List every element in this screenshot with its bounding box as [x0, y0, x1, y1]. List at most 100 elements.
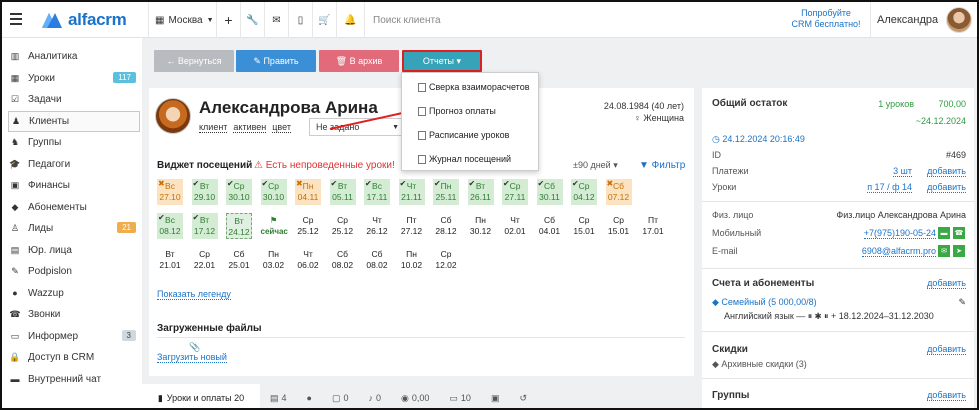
lesson-cell[interactable]: ✔ Вт 05.11: [329, 179, 356, 205]
back-button[interactable]: ← Вернуться: [154, 50, 234, 72]
lesson-cell[interactable]: Ср 15.01: [605, 213, 632, 239]
tab-money[interactable]: ◉ 0,00: [391, 384, 439, 408]
lesson-cell[interactable]: ✔ Вт 17.12: [191, 213, 218, 239]
upload-link[interactable]: Загрузить новый: [157, 352, 227, 363]
sidebar-item[interactable]: ▦ Уроки 117: [8, 68, 140, 89]
widget-warning[interactable]: ⚠ Есть непроведенные уроки!: [254, 160, 395, 171]
lesson-cell[interactable]: ✔ Вт 29.10: [191, 179, 218, 205]
filter-button[interactable]: ▼ Фильтр: [639, 160, 685, 171]
tab-history[interactable]: ↺: [509, 384, 537, 408]
pencil-icon[interactable]: ✎: [958, 297, 966, 308]
archive-button[interactable]: 🗑 В архив: [319, 50, 399, 72]
tag-active[interactable]: активен: [233, 122, 267, 133]
lesson-cell[interactable]: ✔ Вс 17.11: [364, 179, 390, 205]
tag-client[interactable]: клиент: [199, 122, 228, 133]
accounts-add[interactable]: добавить: [927, 278, 966, 289]
lesson-cell[interactable]: Сб 04.01: [536, 213, 563, 239]
lessons-add[interactable]: добавить: [927, 182, 966, 193]
phone-icon[interactable]: ☎: [953, 227, 965, 239]
lesson-cell[interactable]: Пт 27.12: [398, 213, 425, 239]
mail-icon[interactable]: ✉: [264, 2, 288, 38]
add-icon[interactable]: +: [216, 2, 240, 38]
mobile-icon[interactable]: ▯: [288, 2, 312, 38]
lesson-cell[interactable]: ✔ Ср 30.10: [226, 179, 252, 205]
lesson-cell[interactable]: Ср 22.01: [191, 247, 218, 273]
tab-chat[interactable]: ●: [297, 384, 322, 408]
lesson-cell[interactable]: Ср 25.12: [329, 213, 356, 239]
lesson-cell[interactable]: ✔ Ср 27.11: [502, 179, 528, 205]
mail-icon[interactable]: ✉: [938, 245, 950, 257]
lesson-cell[interactable]: Чт 26.12: [364, 213, 390, 239]
discounts-add[interactable]: добавить: [927, 344, 966, 355]
lesson-cell[interactable]: Сб 28.12: [433, 213, 459, 239]
lesson-cell[interactable]: ✔ Чт 21.11: [398, 179, 425, 205]
reports-menu-item[interactable]: Прогноз оплаты: [402, 99, 538, 123]
lesson-cell[interactable]: Чт 02.01: [502, 213, 528, 239]
reports-menu-item[interactable]: Расписание уроков: [402, 123, 538, 147]
send-icon[interactable]: ➤: [953, 245, 965, 257]
chat-icon[interactable]: ▬: [938, 227, 950, 239]
archive-discounts[interactable]: ◆ Архивные скидки (3): [712, 359, 807, 370]
city-selector[interactable]: ▦ Москва ▼: [148, 2, 216, 38]
reports-menu-item[interactable]: Журнал посещений: [402, 147, 538, 171]
lesson-cell[interactable]: Пн 03.02: [260, 247, 287, 273]
cart-icon[interactable]: 🛒: [312, 2, 336, 38]
lesson-cell[interactable]: ✔ Ср 04.12: [571, 179, 597, 205]
lesson-cell[interactable]: Пн 10.02: [398, 247, 425, 273]
sidebar-item[interactable]: ▤ Юр. лица: [8, 240, 140, 261]
tab-docs[interactable]: ▢ 0: [322, 384, 359, 408]
sidebar-item[interactable]: ♟ Клиенты: [8, 110, 140, 132]
sidebar-item[interactable]: ☎ Звонки: [8, 304, 140, 325]
lesson-cell[interactable]: ✔ Пн 25.11: [433, 179, 459, 205]
reports-menu-item[interactable]: Сверка взаиморасчетов: [402, 75, 538, 99]
lesson-cell[interactable]: Сб 08.02: [329, 247, 356, 273]
lesson-cell[interactable]: ✔ Ср 30.10: [260, 179, 287, 205]
lesson-cell[interactable]: ✔ Вт 26.11: [467, 179, 494, 205]
user-menu[interactable]: Александра: [870, 2, 973, 38]
sidebar-item[interactable]: ♞ Группы: [8, 132, 140, 153]
edit-button[interactable]: ✎ Править: [236, 50, 316, 72]
sidebar-item[interactable]: ✎ Podpislon: [8, 261, 140, 282]
lesson-cell[interactable]: ✔ Сб 30.11: [536, 179, 563, 205]
sidebar-item[interactable]: ▣ Финансы: [8, 175, 140, 196]
lesson-cell[interactable]: ✔ Вс 08.12: [157, 213, 183, 239]
lesson-cell[interactable]: Вт 21.01: [157, 247, 183, 273]
status-select[interactable]: Не задано ▼: [309, 118, 405, 136]
tab-lessons-payments[interactable]: ▮ Уроки и оплаты 20: [142, 384, 260, 408]
sidebar-item[interactable]: 🔒 Доступ в CRM: [8, 347, 140, 368]
menu-icon[interactable]: [10, 13, 22, 25]
lesson-cell[interactable]: Сб 08.02: [364, 247, 390, 273]
wrench-icon[interactable]: 🔧: [240, 2, 264, 38]
tab-tasks[interactable]: ▤ 4: [260, 384, 297, 408]
mobile-value[interactable]: +7(975)190-05-24: [863, 228, 936, 239]
promo-link[interactable]: Попробуйте CRM бесплатно!: [788, 8, 864, 30]
lesson-cell[interactable]: ✖ Сб 07.12: [605, 179, 632, 205]
lesson-cell[interactable]: Сб 25.01: [226, 247, 252, 273]
tab-music[interactable]: ♪ 0: [359, 384, 392, 408]
lesson-cell[interactable]: ✖ Вс 27.10: [157, 179, 183, 205]
lessons-value[interactable]: п 17 / ф 14: [867, 182, 912, 193]
updated-at[interactable]: ◷ 24.12.2024 20:16:49: [712, 134, 805, 145]
family-subscription[interactable]: ◆ Семейный (5 000,00/8): [712, 297, 817, 308]
sidebar-item[interactable]: ☑ Задачи: [8, 89, 140, 110]
lesson-cell[interactable]: ✖ Пн 04.11: [295, 179, 321, 205]
legend-link[interactable]: Показать легенду: [157, 289, 231, 300]
reports-button[interactable]: Отчеты ▾: [402, 50, 482, 72]
lesson-cell[interactable]: Пт 17.01: [640, 213, 666, 239]
logo[interactable]: alfacrm: [40, 10, 127, 30]
payments-add[interactable]: добавить: [927, 166, 966, 177]
groups-add[interactable]: добавить: [927, 390, 966, 401]
lesson-cell[interactable]: Ср 25.12: [295, 213, 321, 239]
sidebar-item[interactable]: ▥ Аналитика: [8, 46, 140, 67]
email-value[interactable]: 6908@alfacrm.pro: [861, 246, 936, 257]
search-input[interactable]: Поиск клиента: [364, 2, 764, 38]
lesson-cell[interactable]: Ср 15.01: [571, 213, 597, 239]
days-filter[interactable]: ±90 дней ▾: [573, 160, 618, 171]
payments-value[interactable]: 3 шт: [893, 166, 912, 177]
tag-color[interactable]: цвет: [272, 122, 291, 133]
bell-icon[interactable]: 🔔: [336, 2, 364, 38]
sidebar-item[interactable]: ● Wazzup: [8, 283, 140, 304]
lesson-cell[interactable]: Чт 06.02: [295, 247, 321, 273]
lesson-cell[interactable]: Пн 30.12: [467, 213, 494, 239]
sidebar-item[interactable]: 🎓 Педагоги: [8, 154, 140, 175]
